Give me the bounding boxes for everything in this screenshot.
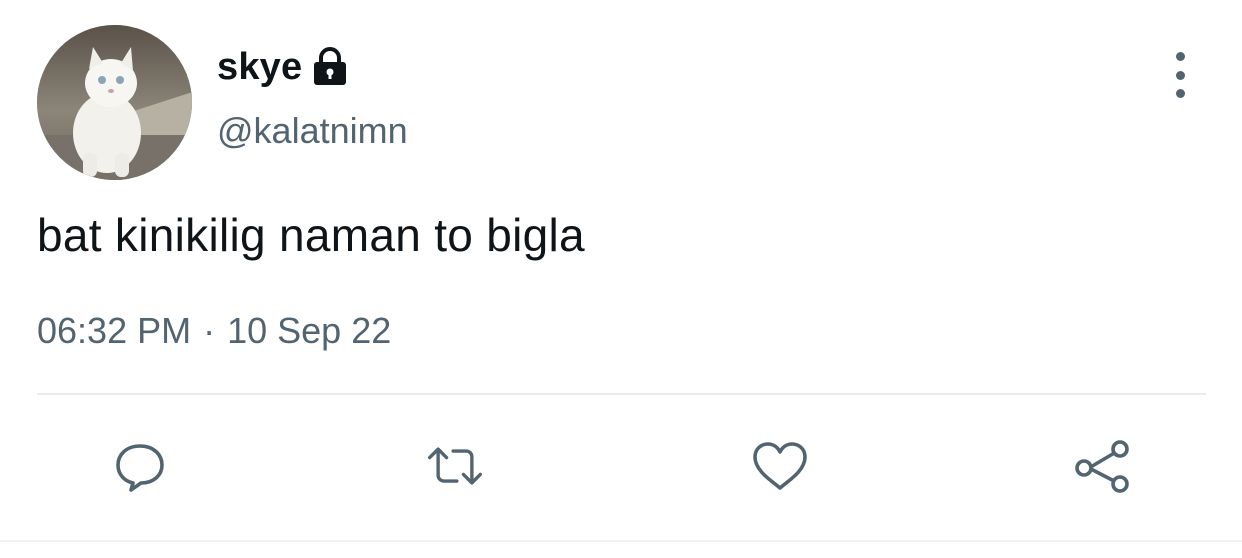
share-button[interactable] (1072, 436, 1132, 496)
more-dot (1175, 89, 1185, 98)
more-options-icon[interactable] (1160, 52, 1200, 98)
reply-icon (116, 444, 164, 492)
more-dot (1175, 70, 1185, 80)
like-button[interactable] (750, 436, 810, 496)
tweet-time: 06:32 PM (37, 310, 192, 351)
timestamp-separator: · (203, 310, 216, 351)
name-row: skye (217, 42, 352, 92)
display-name[interactable]: skye (217, 46, 302, 89)
tweet-card: skye @kalatnimn bat kinikilig naman to b… (0, 0, 1242, 558)
avatar[interactable] (37, 25, 192, 180)
retweet-icon (428, 447, 482, 485)
tweet-date: 10 Sep 22 (227, 310, 392, 351)
share-icon (1075, 440, 1129, 493)
more-dot (1175, 52, 1185, 61)
avatar-image (37, 25, 192, 180)
timestamp[interactable]: 06:32 PM · 10 Sep 22 (37, 310, 391, 352)
lock-icon (310, 46, 352, 88)
divider (37, 393, 1206, 395)
bottom-divider (0, 540, 1242, 542)
like-icon (753, 442, 807, 490)
tweet-text: bat kinikilig naman to bigla (37, 209, 585, 261)
reply-button[interactable] (110, 436, 170, 496)
user-handle[interactable]: @kalatnimn (217, 110, 408, 152)
retweet-button[interactable] (425, 436, 485, 496)
